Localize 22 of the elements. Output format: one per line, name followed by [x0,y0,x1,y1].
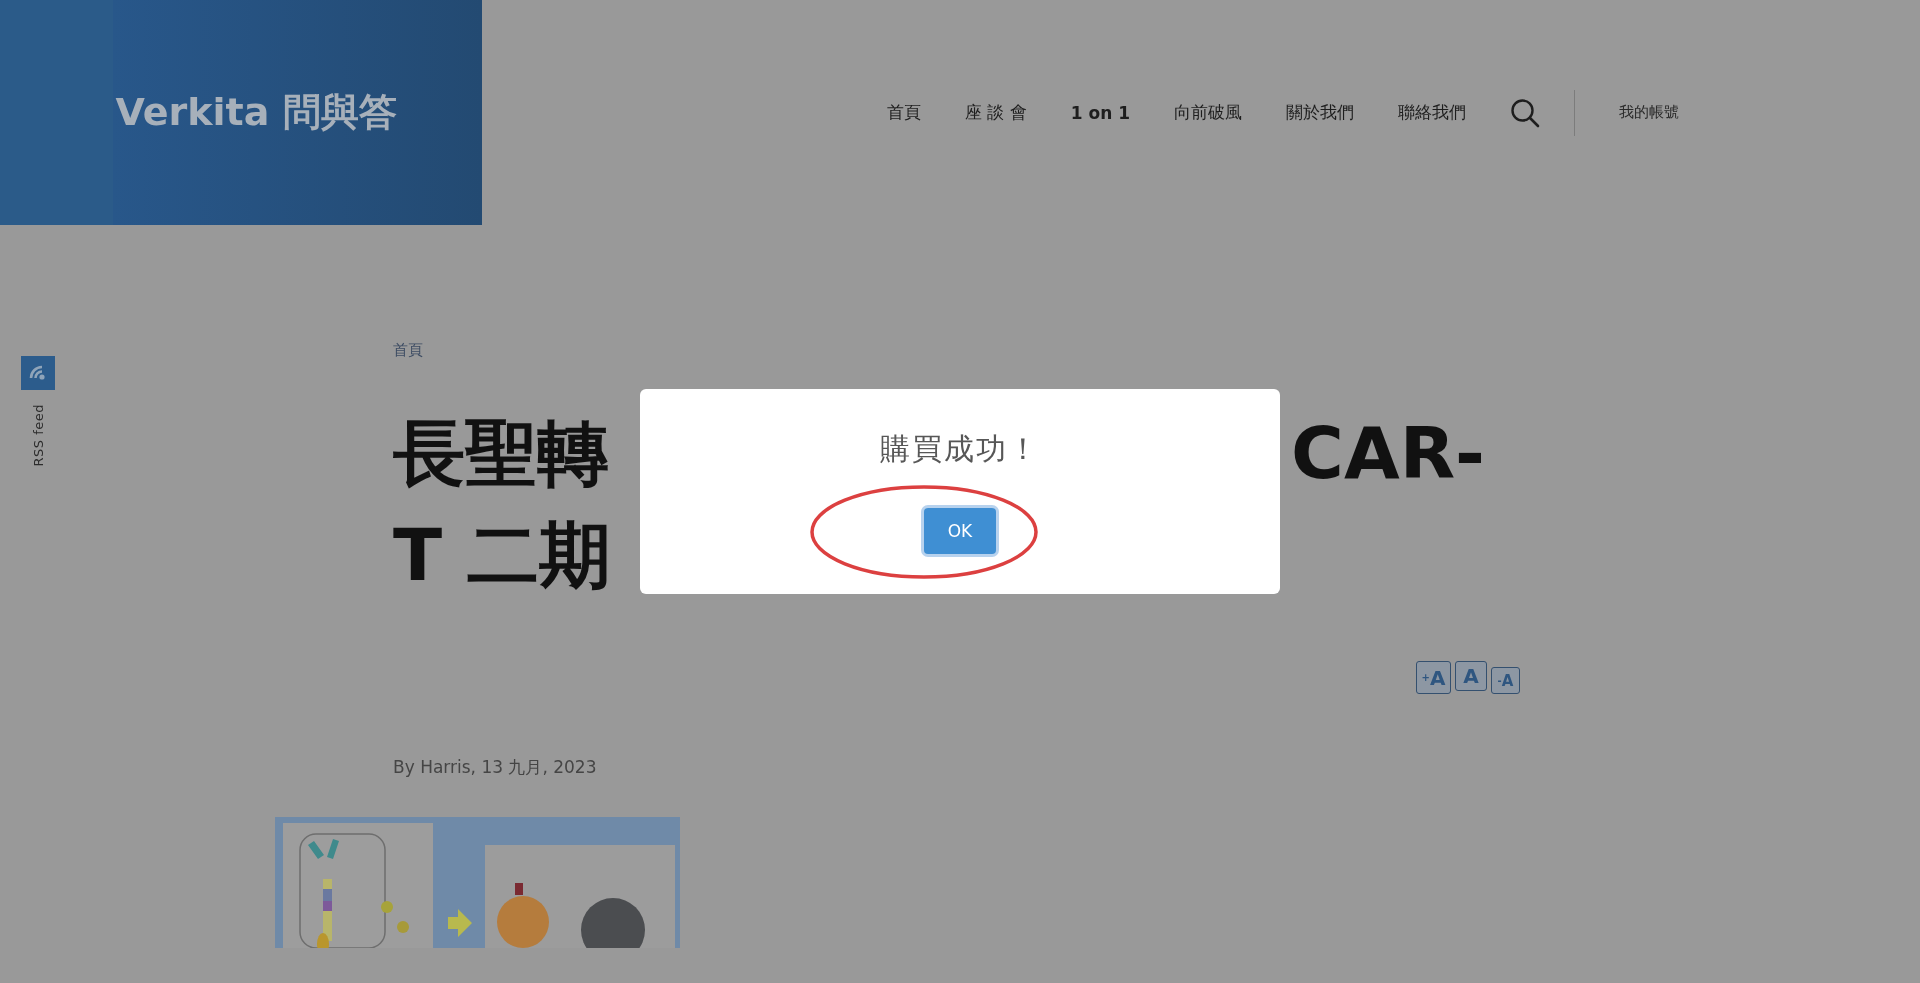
article-title: 長聖轉 [393,410,609,497]
font-size-button[interactable]: $^{+}$A [1416,661,1451,694]
logo-block[interactable]: Verkita 問與答 [0,0,482,225]
rss-icon[interactable] [21,356,55,390]
rss-label[interactable]: RSS feed [30,404,46,467]
dialog-title: 購買成功！ [880,430,1040,468]
ok-button[interactable]: OK [924,508,996,554]
nav-link[interactable]: 向前破風 [1174,101,1243,124]
nav-link[interactable]: 座 談 會 [965,101,1027,124]
nav-link[interactable]: 1 on 1 [1070,102,1131,123]
breadcrumb-link[interactable]: 首頁 [393,341,423,360]
article-byline: By Harris, 13 九月, 2023 [393,756,597,779]
search-icon[interactable] [1510,97,1541,128]
nav-link[interactable]: 聯絡我們 [1398,101,1467,124]
nav-link[interactable]: 關於我們 [1286,101,1355,124]
font-size-button[interactable]: $^{-}$A [1491,667,1520,694]
nav-link[interactable]: 首頁 [887,101,921,124]
site-logo[interactable]: Verkita 問與答 [115,87,397,138]
article-title: T 二期 [393,512,612,599]
font-size-button[interactable]: A [1455,661,1487,691]
article-title: CAR- [1291,410,1485,497]
account-link[interactable]: 我的帳號 [1619,103,1680,122]
